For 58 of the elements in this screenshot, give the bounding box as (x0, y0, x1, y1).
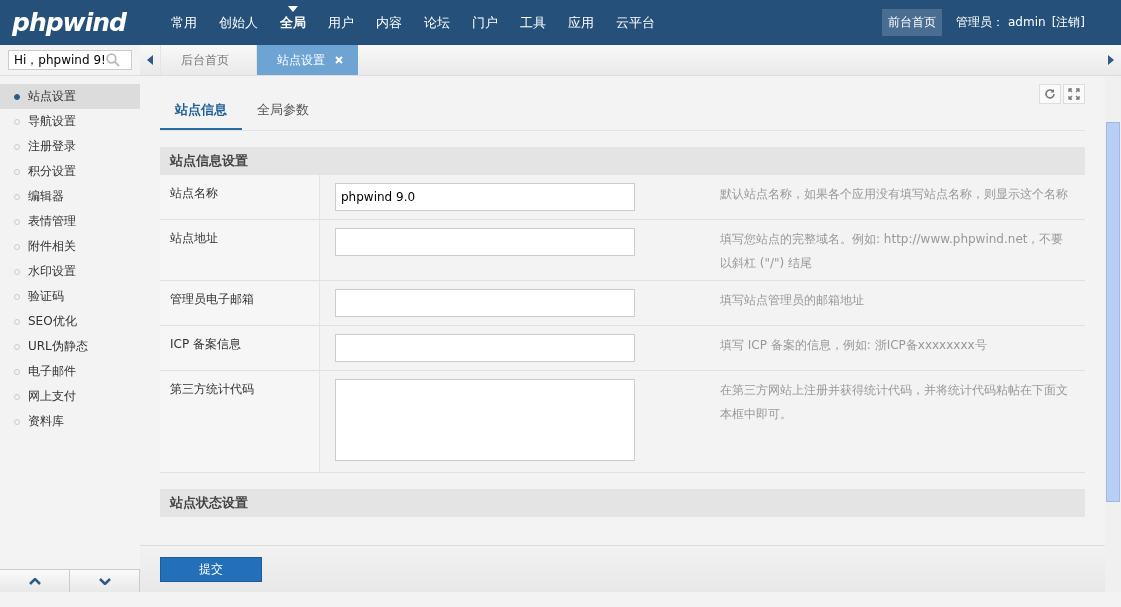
nav-item[interactable]: 论坛 (413, 0, 461, 45)
sidebar-item[interactable]: 积分设置 (0, 159, 140, 184)
fullscreen-button[interactable] (1063, 84, 1085, 104)
sidebar-item[interactable]: 表情管理 (0, 209, 140, 234)
input-field[interactable] (335, 228, 635, 256)
sidebar-item[interactable]: 导航设置 (0, 109, 140, 134)
close-icon[interactable] (335, 56, 343, 64)
triangle-left-icon (147, 55, 153, 65)
input-field[interactable]: phpwind 9.0 (335, 183, 635, 211)
field-hint: 填写站点管理员的邮箱地址 (720, 292, 865, 309)
nav-item[interactable]: 工具 (509, 0, 557, 45)
nav-item[interactable]: 应用 (557, 0, 605, 45)
sidebar-item[interactable]: 附件相关 (0, 234, 140, 259)
sidebar-item[interactable]: URL伪静态 (0, 334, 140, 359)
logo: phpwind (11, 8, 128, 37)
sidebar-item[interactable]: 站点设置 (0, 84, 140, 109)
sidebar-item[interactable]: 编辑器 (0, 184, 140, 209)
nav-item[interactable]: 常用 (160, 0, 208, 45)
front-page-link[interactable]: 前台首页 (882, 9, 943, 36)
sidebar-item[interactable]: SEO优化 (0, 309, 140, 334)
caret-icon (288, 6, 298, 12)
content-tab[interactable]: 站点信息 (160, 90, 242, 130)
nav-item[interactable]: 全局 (269, 0, 317, 45)
chevron-up-icon (28, 577, 41, 585)
search-field[interactable]: Hi，phpwind 9! (8, 50, 132, 70)
content-tab[interactable]: 全局参数 (242, 90, 324, 130)
section-title: 站点状态设置 (160, 489, 1085, 517)
input-field[interactable] (335, 334, 635, 362)
sidebar-item[interactable]: 资料库 (0, 409, 140, 434)
sidebar-item[interactable]: 网上支付 (0, 384, 140, 409)
nav-item[interactable]: 用户 (317, 0, 365, 45)
sidebar-item[interactable]: 水印设置 (0, 259, 140, 284)
logout-link[interactable]: [注销] (1051, 14, 1085, 31)
section-title: 站点信息设置 (160, 147, 1085, 175)
nav-item[interactable]: 创始人 (208, 0, 269, 45)
triangle-right-icon (1108, 55, 1114, 65)
nav-item[interactable]: 内容 (365, 0, 413, 45)
input-field[interactable] (335, 289, 635, 317)
admin-label: 管理员： admin (956, 14, 1046, 31)
search-icon (106, 53, 120, 67)
sidebar-item[interactable]: 电子邮件 (0, 359, 140, 384)
sidebar-item[interactable]: 验证码 (0, 284, 140, 309)
field-hint: 填写您站点的完整域名。例如: http://www.phpwind.net，不要以斜杠 ("/") 结尾 (720, 231, 1065, 272)
expand-icon (1068, 88, 1080, 100)
scroll-up-button[interactable] (0, 570, 70, 592)
refresh-button[interactable] (1039, 84, 1061, 104)
chevron-down-icon (98, 577, 111, 585)
scroll-down-button[interactable] (70, 570, 140, 592)
bullet-icon (14, 93, 20, 100)
field-hint: 填写 ICP 备案的信息，例如: 浙ICP备xxxxxxxx号 (720, 337, 988, 354)
nav-item[interactable]: 门户 (461, 0, 509, 45)
submit-button[interactable]: 提交 (160, 556, 262, 582)
field-hint: 在第三方网站上注册并获得统计代码，并将统计代码粘帖在下面文本框中即可。 (720, 382, 1069, 423)
nav-item[interactable]: 云平台 (605, 0, 666, 45)
field-hint: 默认站点名称，如果各个应用没有填写站点名称，则显示这个名称 (720, 186, 1069, 203)
refresh-icon (1044, 88, 1056, 100)
sidebar-item[interactable]: 注册登录 (0, 134, 140, 159)
textarea-field[interactable] (335, 379, 635, 461)
